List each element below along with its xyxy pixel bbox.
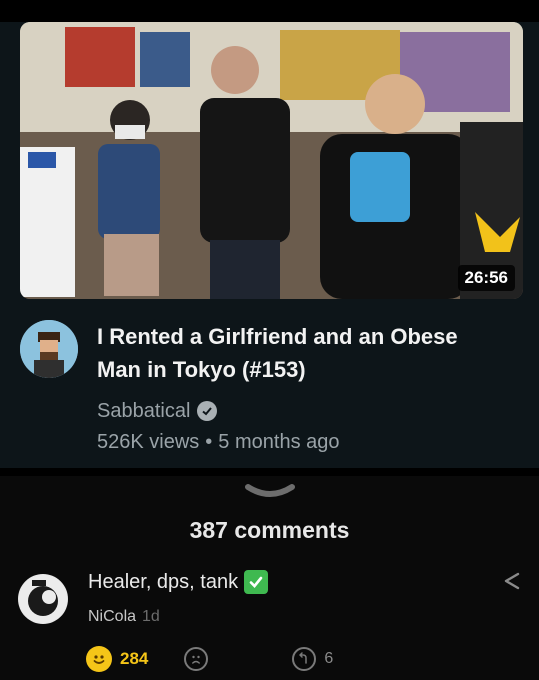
top-bar (0, 0, 539, 22)
share-icon[interactable] (500, 570, 522, 592)
video-thumbnail[interactable]: 26:56 (20, 22, 523, 299)
comment-time: 1d (142, 608, 160, 625)
chevron-down-icon[interactable] (244, 483, 296, 503)
reply-count: 6 (324, 650, 334, 667)
channel-name[interactable]: Sabbatical (97, 400, 190, 423)
comments-count: 387 comments (189, 517, 350, 543)
thumbnail-illustration (20, 22, 523, 299)
comment-text: Healer, dps, tank (88, 570, 239, 593)
video-meta: 526K views • 5 months ago (97, 431, 340, 454)
channel-row[interactable]: Sabbatical (97, 398, 218, 424)
comment-meta: NiCola 1d (88, 608, 160, 626)
comment-text-row: Healer, dps, tank (88, 570, 269, 594)
verified-icon (197, 401, 218, 421)
like-count: 284 (120, 649, 149, 668)
check-mark-icon (244, 570, 269, 594)
frown-icon[interactable] (184, 647, 209, 671)
comment-avatar-image (19, 575, 67, 623)
comment-author[interactable]: NiCola (88, 608, 136, 625)
video-title[interactable]: I Rented a Girlfriend and an Obese Man i… (97, 320, 507, 386)
section-divider (0, 468, 539, 476)
comment-reactions: 284 6 (86, 645, 333, 673)
upload-age: 5 months ago (218, 431, 340, 453)
pixel-avatar-icon (20, 320, 78, 378)
view-count: 526K views (97, 431, 200, 453)
smile-icon[interactable] (86, 646, 112, 672)
reply-icon[interactable] (292, 647, 317, 671)
meta-separator: • (205, 431, 213, 453)
video-duration: 26:56 (457, 265, 515, 291)
comment-avatar[interactable] (18, 574, 68, 624)
video-card[interactable]: 26:56 I Rented a Girlfriend and an Obese… (0, 0, 539, 468)
channel-avatar[interactable] (20, 320, 78, 378)
